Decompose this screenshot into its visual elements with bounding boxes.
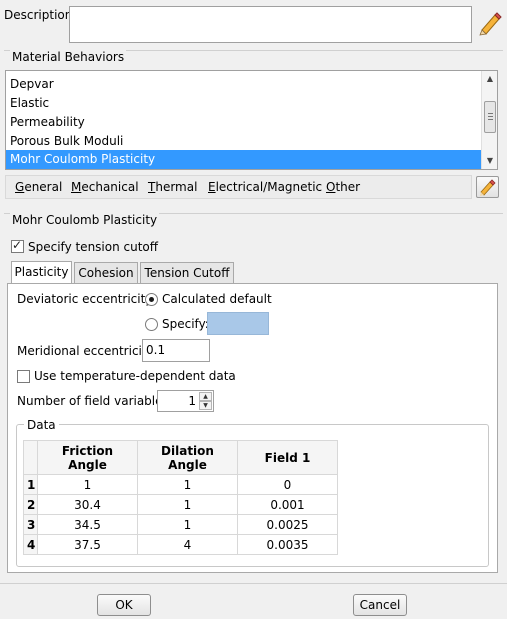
row-number: 4	[23, 534, 38, 555]
material-behaviors-list[interactable]: Depvar Elastic Permeability Porous Bulk …	[5, 70, 498, 170]
temp-dependent-label: Use temperature-dependent data	[34, 369, 236, 383]
header-line: Friction	[61, 443, 114, 458]
table-row[interactable]: 3 34.5 1 0.0025	[23, 514, 338, 535]
list-item[interactable]: Permeability	[6, 113, 482, 132]
meridional-field[interactable]: 0.1	[142, 339, 210, 362]
temp-dependent-checkbox[interactable]	[17, 370, 30, 383]
spinner-up-icon[interactable]: ▲	[199, 392, 212, 401]
table-cell[interactable]: 1	[37, 474, 138, 495]
ok-button[interactable]: OK	[97, 594, 151, 616]
table-cell[interactable]: 0.0025	[237, 514, 338, 535]
list-scrollbar[interactable]: ▲ ▼	[481, 71, 497, 169]
row-number: 2	[23, 494, 38, 515]
table-cell[interactable]: 1	[137, 514, 238, 535]
table-cell[interactable]: 1	[137, 474, 238, 495]
calculated-default-label: Calculated default	[162, 292, 272, 306]
header-line: Angle	[168, 457, 207, 472]
behavior-menu-bar: General Mechanical Thermal Electrical/Ma…	[5, 175, 472, 199]
row-number: 3	[23, 514, 38, 535]
specify-value-field[interactable]	[207, 312, 269, 335]
header-line: Dilation	[161, 443, 214, 458]
scroll-thumb[interactable]	[484, 101, 496, 133]
specify-label: Specify:	[162, 317, 209, 331]
table-cell[interactable]: 0	[237, 474, 338, 495]
scroll-down-arrow-icon[interactable]: ▼	[482, 153, 497, 169]
pencil-icon	[480, 179, 496, 196]
header-line: Field 1	[264, 450, 311, 465]
table-row[interactable]: 1 1 1 0	[23, 474, 338, 495]
menu-thermal[interactable]: Thermal	[148, 180, 197, 194]
calculated-default-radio[interactable]	[145, 293, 158, 306]
field-variables-label: Number of field variables:	[17, 394, 173, 408]
menu-general[interactable]: General	[15, 180, 62, 194]
tab-tension-cutoff[interactable]: Tension Cutoff	[140, 262, 234, 284]
list-item-selected[interactable]: Mohr Coulomb Plasticity	[6, 150, 482, 169]
column-header-dilation-angle: Dilation Angle	[137, 440, 238, 475]
tab-plasticity[interactable]: Plasticity	[11, 261, 72, 284]
scroll-up-arrow-icon[interactable]: ▲	[482, 71, 497, 87]
column-header-field-1: Field 1	[237, 440, 338, 475]
tension-cutoff-label: Specify tension cutoff	[28, 240, 159, 254]
list-item[interactable]: Elastic	[6, 94, 482, 113]
menu-other[interactable]: Other	[326, 180, 360, 194]
list-item[interactable]: Depvar	[6, 75, 482, 94]
row-header-corner	[23, 440, 38, 475]
table-cell[interactable]: 1	[137, 494, 238, 515]
list-item[interactable]: Porous Bulk Moduli	[6, 132, 482, 151]
header-line: Angle	[68, 457, 107, 472]
data-group-title: Data	[24, 418, 59, 432]
edit-description-pencil-icon[interactable]	[478, 10, 502, 36]
meridional-label: Meridional eccentricity	[17, 344, 154, 358]
description-field[interactable]	[69, 6, 472, 43]
table-cell[interactable]: 0.001	[237, 494, 338, 515]
table-cell[interactable]: 30.4	[37, 494, 138, 515]
tab-cohesion[interactable]: Cohesion	[74, 262, 138, 284]
field-variables-spinner[interactable]: 1 ▲ ▼	[157, 390, 214, 412]
specify-radio[interactable]	[145, 318, 158, 331]
editor-section-title: Mohr Coulomb Plasticity	[10, 213, 160, 227]
field-variables-value: 1	[188, 394, 196, 408]
row-number: 1	[23, 474, 38, 495]
edit-behavior-button[interactable]	[476, 176, 499, 198]
material-behaviors-title: Material Behaviors	[10, 50, 127, 64]
tension-cutoff-checkbox[interactable]	[11, 238, 24, 253]
table-cell[interactable]: 34.5	[37, 514, 138, 535]
table-cell[interactable]: 4	[137, 534, 238, 555]
menu-electrical-magnetic[interactable]: Electrical/Magnetic	[208, 180, 322, 194]
description-label: Description:	[4, 8, 77, 22]
table-row[interactable]: 4 37.5 4 0.0035	[23, 534, 338, 555]
deviatoric-label: Deviatoric eccentricity:	[17, 292, 156, 306]
table-row[interactable]: 2 30.4 1 0.001	[23, 494, 338, 515]
menu-mechanical[interactable]: Mechanical	[71, 180, 139, 194]
cancel-button[interactable]: Cancel	[353, 594, 407, 616]
data-table[interactable]: Friction Angle Dilation Angle Field 1 1 …	[23, 440, 338, 555]
spinner-down-icon[interactable]: ▼	[199, 401, 212, 410]
table-cell[interactable]: 0.0035	[237, 534, 338, 555]
column-header-friction-angle: Friction Angle	[37, 440, 138, 475]
table-cell[interactable]: 37.5	[37, 534, 138, 555]
